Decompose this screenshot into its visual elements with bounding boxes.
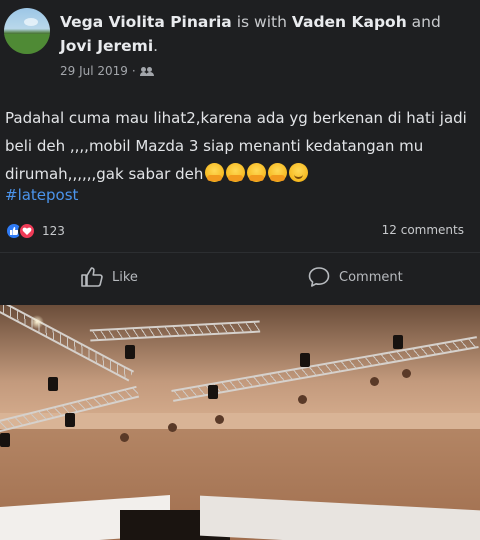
avatar-field [4, 34, 50, 54]
stage-lamp [48, 377, 58, 391]
avatar-sky [24, 18, 38, 26]
stage-lamp [300, 353, 310, 367]
hashtag-link[interactable]: #latepost [5, 186, 78, 204]
and-text: and [406, 13, 441, 31]
post-meta: 29 Jul 2019 · [60, 64, 154, 78]
ceiling-spot [298, 395, 307, 404]
reactions-summary[interactable]: 123 [5, 222, 65, 240]
facebook-post: Vega Violita Pinaria is with Vaden Kapoh… [0, 0, 480, 305]
stage-lamp [208, 385, 218, 399]
post-text: Padahal cuma mau lihat2,karena ada yg be… [5, 104, 473, 188]
thumbs-up-icon [81, 267, 103, 287]
stage-lamp [65, 413, 75, 427]
tagged-user-1-link[interactable]: Vaden Kapoh [292, 13, 407, 31]
hugging-face-emoji [247, 163, 267, 182]
post-date-link[interactable]: 29 Jul 2019 [60, 64, 128, 78]
hugging-face-emoji [205, 163, 225, 182]
tagged-user-2-link[interactable]: Jovi Jeremi [60, 37, 153, 55]
author-avatar[interactable] [4, 8, 50, 54]
hugging-face-emoji [226, 163, 246, 182]
ceiling-spot [168, 423, 177, 432]
comment-button[interactable]: Comment [307, 266, 403, 288]
post-photo[interactable] [0, 305, 480, 540]
smiling-face-emoji [289, 163, 309, 182]
ceiling-light [30, 315, 44, 329]
actions-divider [0, 252, 480, 253]
ceiling-spot [215, 415, 224, 424]
stage-lamp [125, 345, 135, 359]
like-label: Like [112, 269, 138, 285]
love-reaction-icon [18, 222, 36, 240]
ceiling-spot [120, 433, 129, 442]
like-button[interactable]: Like [80, 266, 138, 288]
ceiling-spot [402, 369, 411, 378]
stage-lamp [393, 335, 403, 349]
post-header: Vega Violita Pinaria is with Vaden Kapoh… [60, 10, 470, 58]
comment-label: Comment [339, 269, 403, 285]
stage-lamp [0, 433, 10, 447]
author-name-link[interactable]: Vega Violita Pinaria [60, 13, 232, 31]
hugging-face-emoji [268, 163, 288, 182]
with-text: is with [231, 13, 292, 31]
reaction-count: 123 [42, 224, 65, 238]
header-suffix: . [153, 37, 159, 55]
comments-count-link[interactable]: 12 comments [382, 223, 464, 237]
ceiling-spot [370, 377, 379, 386]
friends-icon[interactable] [139, 66, 154, 76]
meta-separator: · [131, 64, 136, 78]
comment-icon [308, 267, 330, 287]
